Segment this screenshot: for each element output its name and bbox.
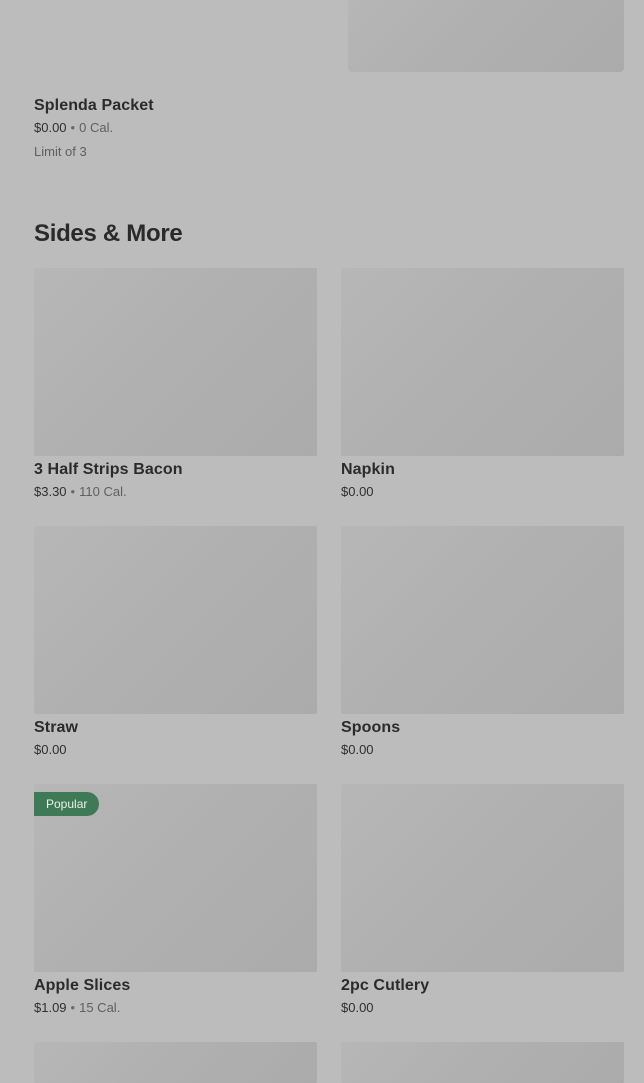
- item-calories: 110 Cal.: [79, 484, 127, 499]
- menu-item-card[interactable]: [341, 1042, 624, 1083]
- item-calories: 0 Cal.: [79, 120, 114, 135]
- separator-dot: •: [70, 1000, 76, 1015]
- item-name: 2pc Cutlery: [341, 977, 430, 994]
- item-name: Apple Slices: [34, 977, 131, 994]
- item-meta: $3.30 • 110 Cal.: [34, 483, 317, 501]
- item-limit: Limit of 3: [34, 144, 87, 159]
- item-image: [341, 1042, 624, 1083]
- item-price: $1.09: [34, 1000, 67, 1015]
- menu-item-card[interactable]: Popular Apple Slices $1.09 • 15 Cal.: [34, 784, 317, 1017]
- item-price: $0.00: [34, 742, 67, 757]
- item-price: $0.00: [34, 120, 67, 135]
- item-price: $0.00: [341, 742, 374, 757]
- item-name: Spoons: [341, 719, 401, 736]
- item-image: [341, 268, 624, 456]
- item-price: $0.00: [341, 1000, 374, 1015]
- item-image[interactable]: [348, 0, 624, 72]
- item-name: Napkin: [341, 461, 395, 478]
- item-image: [341, 784, 624, 972]
- item-calories: 15 Cal.: [79, 1000, 121, 1015]
- menu-item-splenda-packet[interactable]: Splenda Packet $0.00 • 0 Cal. Limit of 3: [34, 96, 334, 161]
- menu-item-card[interactable]: Napkin $0.00: [341, 268, 624, 501]
- page: Splenda Packet $0.00 • 0 Cal. Limit of 3 S…: [0, 0, 644, 1083]
- item-name: Straw: [34, 719, 79, 736]
- menu-item-card[interactable]: Spoons $0.00: [341, 526, 624, 759]
- popular-badge: Popular: [34, 792, 100, 816]
- menu-item-card[interactable]: Straw $0.00: [34, 526, 317, 759]
- item-meta: $0.00: [341, 483, 624, 501]
- item-price: $0.00: [341, 484, 374, 499]
- item-image: [341, 526, 624, 714]
- item-image: [34, 526, 317, 714]
- item-name: 3 Half Strips Bacon: [34, 461, 183, 478]
- separator-dot: •: [70, 484, 76, 499]
- item-image: [34, 1042, 317, 1083]
- item-image[interactable]: [34, 0, 341, 71]
- section-title: Sides & More: [34, 220, 183, 247]
- menu-item-card[interactable]: 2pc Cutlery $0.00: [341, 784, 624, 1017]
- separator-dot: •: [70, 120, 76, 135]
- item-meta: $0.00 • 0 Cal.: [34, 119, 334, 137]
- item-image: Popular: [34, 784, 317, 972]
- item-price: $3.30: [34, 484, 67, 499]
- menu-item-card[interactable]: [34, 1042, 317, 1083]
- item-image: [34, 268, 317, 456]
- menu-item-card[interactable]: 3 Half Strips Bacon $3.30 • 110 Cal.: [34, 268, 317, 501]
- item-name: Splenda Packet: [34, 97, 154, 114]
- item-meta: $0.00: [341, 741, 624, 759]
- item-meta: $0.00: [34, 741, 317, 759]
- item-meta: $0.00: [341, 999, 624, 1017]
- item-meta: $1.09 • 15 Cal.: [34, 999, 317, 1017]
